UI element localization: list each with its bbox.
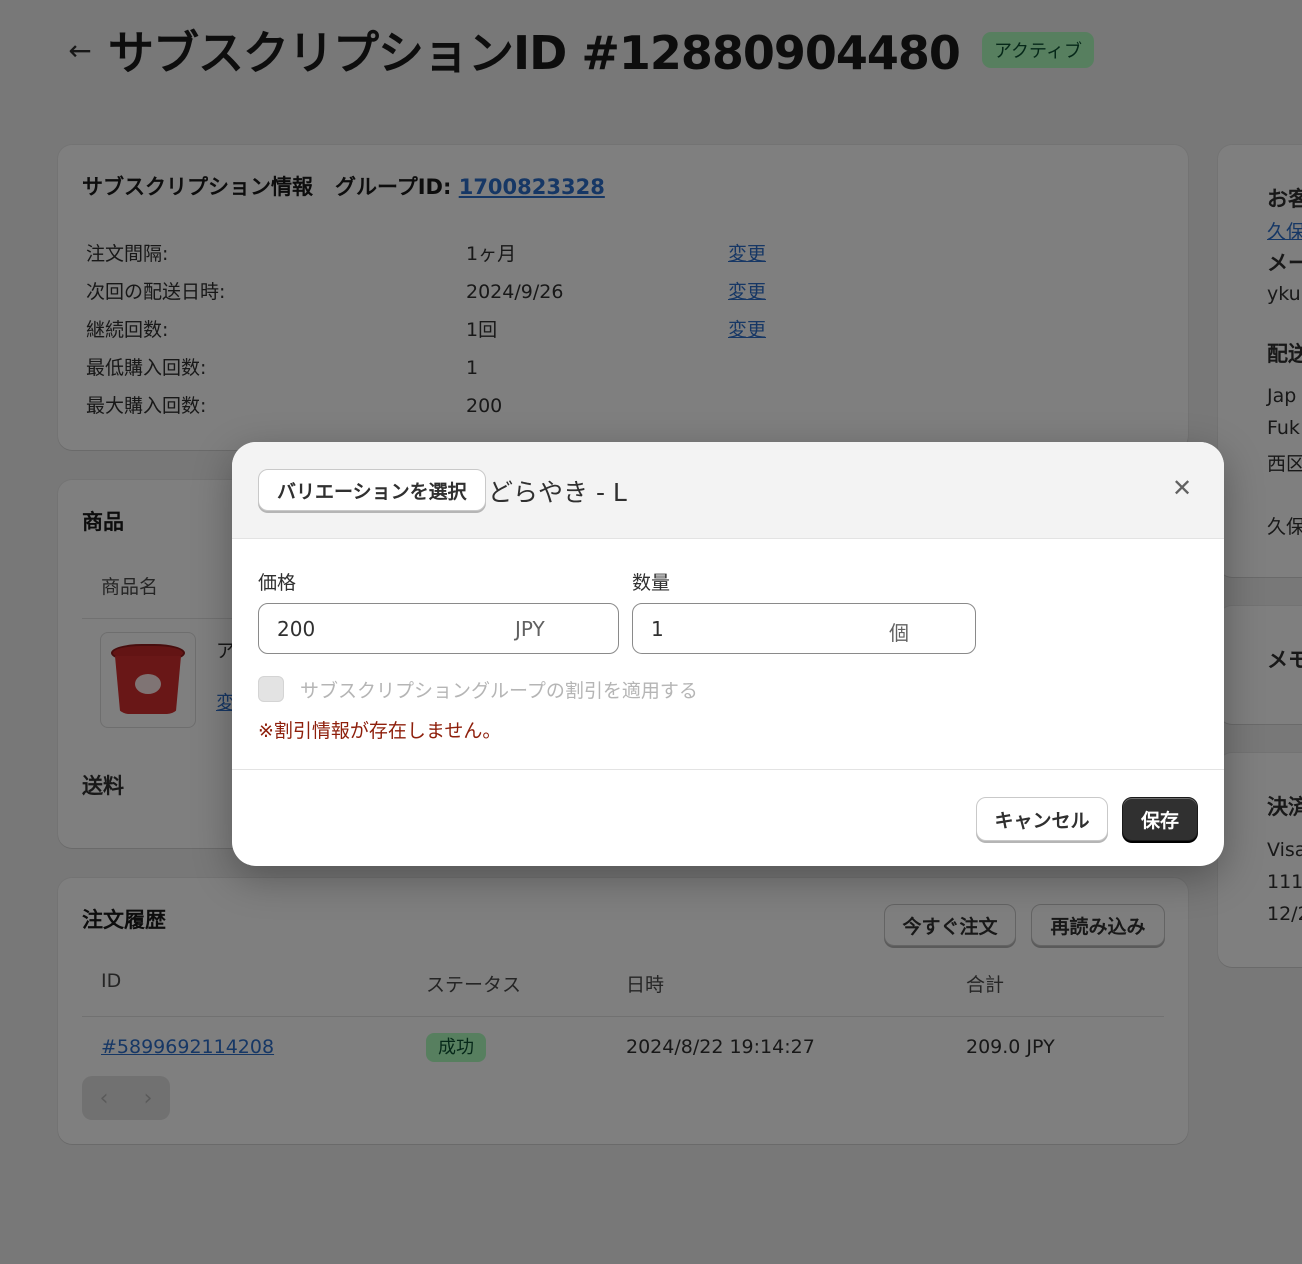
quantity-unit: 個	[889, 621, 909, 645]
select-variation-button[interactable]: バリエーションを選択	[258, 469, 486, 511]
save-button[interactable]: 保存	[1122, 797, 1198, 841]
modal-header: バリエーションを選択 どらやき - L ✕	[232, 442, 1224, 539]
cancel-button[interactable]: キャンセル	[976, 797, 1108, 841]
price-input[interactable]: 200 JPY	[258, 603, 619, 654]
variant-name: どらやき - L	[488, 478, 627, 507]
quantity-label: 数量	[632, 572, 671, 594]
price-label: 価格	[258, 572, 297, 594]
discount-checkbox-label: サブスクリプショングループの割引を適用する	[300, 680, 698, 702]
divider	[232, 769, 1224, 770]
quantity-value: 1	[651, 617, 664, 641]
discount-error-message: ※割引情報が存在しません。	[258, 720, 502, 742]
close-icon[interactable]: ✕	[1168, 474, 1196, 502]
price-unit: JPY	[515, 617, 545, 641]
variant-modal: バリエーションを選択 どらやき - L ✕ 価格 200 JPY 数量 1 個 …	[232, 442, 1224, 866]
discount-checkbox[interactable]	[258, 676, 284, 702]
quantity-input[interactable]: 1 個	[632, 603, 976, 654]
price-value: 200	[277, 617, 316, 641]
